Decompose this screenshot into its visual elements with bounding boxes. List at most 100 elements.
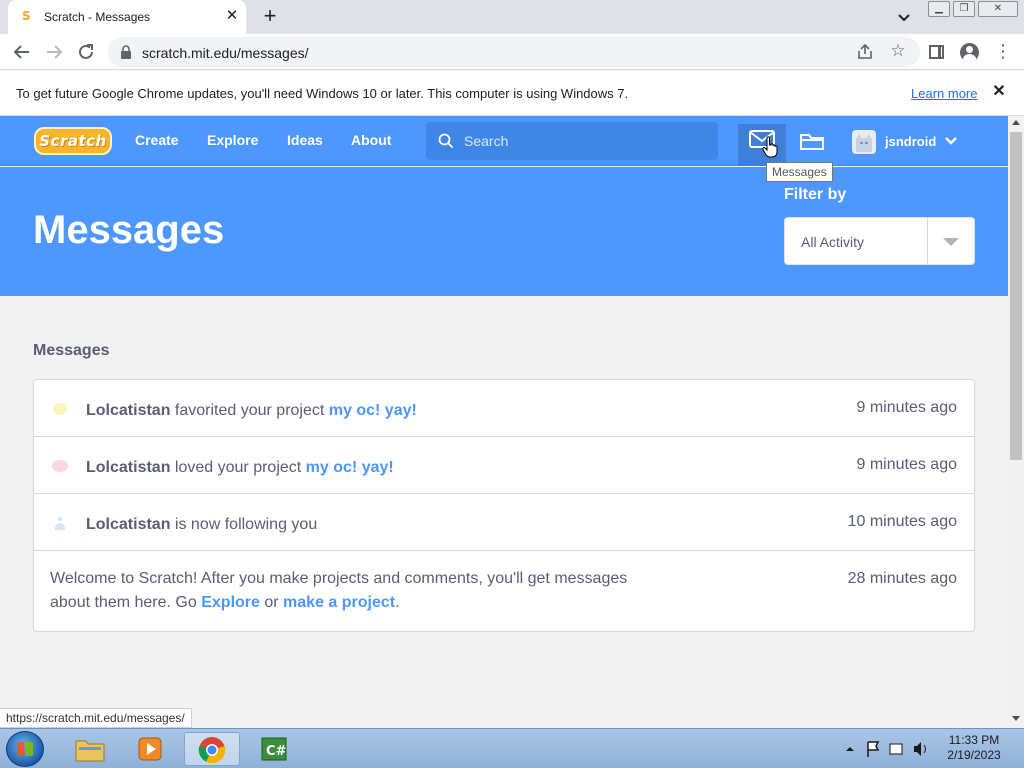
side-panel-icon[interactable] xyxy=(929,45,944,59)
profile-icon[interactable] xyxy=(960,43,979,62)
browser-toolbar: scratch.mit.edu/messages/ ☆ ⋮ xyxy=(0,34,1024,70)
project-link[interactable]: my oc! yay! xyxy=(306,459,394,476)
scratch-navbar: Scratch Create Explore Ideas About jsndr… xyxy=(0,116,1008,166)
scratch-logo[interactable]: Scratch xyxy=(34,127,112,155)
tab-search-chevron-icon[interactable] xyxy=(894,7,914,27)
csharp-icon: C# xyxy=(261,737,287,761)
forward-arrow-icon[interactable] xyxy=(42,40,66,64)
welcome-text: Welcome to Scratch! After you make proje… xyxy=(50,567,670,615)
filter-select[interactable]: All Activity xyxy=(784,217,975,265)
url-text[interactable]: scratch.mit.edu/messages/ xyxy=(142,45,309,61)
select-divider xyxy=(927,218,928,264)
back-arrow-icon[interactable] xyxy=(10,40,34,64)
user-avatar[interactable] xyxy=(852,130,876,154)
welcome-end: . xyxy=(395,594,400,611)
messages-nav-button[interactable] xyxy=(738,124,786,166)
messages-tooltip: Messages xyxy=(766,162,833,182)
page-viewport: Scratch Create Explore Ideas About jsndr… xyxy=(0,116,1008,728)
start-button[interactable] xyxy=(6,731,44,767)
nav-create[interactable]: Create xyxy=(135,132,179,148)
project-link[interactable]: my oc! yay! xyxy=(329,402,417,419)
taskbar-clock[interactable]: 11:33 PM 2/19/2023 xyxy=(936,733,1012,763)
message-time: 9 minutes ago xyxy=(856,456,957,473)
update-infobar: To get future Google Chrome updates, you… xyxy=(0,71,1024,116)
reload-icon[interactable] xyxy=(74,40,98,64)
lock-icon[interactable] xyxy=(120,45,132,59)
filter-value[interactable]: All Activity xyxy=(801,234,864,250)
close-tab-icon[interactable]: ✕ xyxy=(224,7,240,25)
search-icon xyxy=(438,133,454,149)
page-scrollbar[interactable] xyxy=(1008,116,1024,728)
media-player-taskbar-button[interactable] xyxy=(122,732,178,766)
browser-tab[interactable]: S Scratch - Messages ✕ xyxy=(8,0,246,34)
minimize-window-button[interactable]: ▁ xyxy=(928,1,950,17)
make-project-link[interactable]: make a project xyxy=(283,594,395,611)
message-item: Lolcatistan loved your project my oc! ya… xyxy=(34,437,974,494)
nav-ideas[interactable]: Ideas xyxy=(287,132,323,148)
messages-header: Messages Filter by All Activity xyxy=(0,167,1008,296)
bookmark-star-icon[interactable]: ☆ xyxy=(888,41,908,61)
search-box xyxy=(426,122,718,160)
status-bubble-url: https://scratch.mit.edu/messages/ xyxy=(0,708,192,728)
scroll-down-icon[interactable] xyxy=(1012,716,1020,721)
cat-avatar-icon xyxy=(856,134,872,152)
media-player-icon xyxy=(138,737,162,761)
star-icon xyxy=(53,403,67,415)
search-input[interactable] xyxy=(464,131,704,151)
scratch-favicon-icon: S xyxy=(22,9,31,23)
clock-date: 2/19/2023 xyxy=(947,748,1001,762)
message-action: favorited your project xyxy=(174,402,325,419)
message-item: Lolcatistan is now following you 10 minu… xyxy=(34,494,974,551)
scroll-up-icon[interactable] xyxy=(1012,120,1020,125)
close-window-button[interactable]: ✕ xyxy=(978,1,1018,17)
message-user[interactable]: Lolcatistan xyxy=(86,402,170,419)
message-user[interactable]: Lolcatistan xyxy=(86,459,170,476)
tab-title: Scratch - Messages xyxy=(44,10,151,24)
browser-menu-icon[interactable]: ⋮ xyxy=(994,42,1012,62)
nav-about[interactable]: About xyxy=(351,132,391,148)
message-action: loved your project xyxy=(174,459,302,476)
heart-icon xyxy=(52,460,68,472)
filter-label: Filter by xyxy=(784,186,847,203)
message-action: is now following you xyxy=(174,516,318,533)
follow-icon xyxy=(55,517,65,530)
account-chevron-down-icon[interactable] xyxy=(944,135,958,147)
explore-link[interactable]: Explore xyxy=(201,594,260,611)
page-title: Messages xyxy=(33,208,225,252)
explorer-taskbar-button[interactable] xyxy=(62,732,118,766)
messages-section-title: Messages xyxy=(33,342,110,359)
csharp-taskbar-button[interactable]: C# xyxy=(246,732,302,766)
message-time: 10 minutes ago xyxy=(847,513,957,530)
infobar-message: To get future Google Chrome updates, you… xyxy=(16,86,629,101)
chrome-icon xyxy=(198,737,226,764)
message-user[interactable]: Lolcatistan xyxy=(86,516,170,533)
system-tray[interactable] xyxy=(842,737,932,761)
message-text: Lolcatistan loved your project my oc! ya… xyxy=(86,456,394,480)
message-time: 9 minutes ago xyxy=(856,399,957,416)
share-icon[interactable] xyxy=(856,43,874,61)
address-bar[interactable]: scratch.mit.edu/messages/ ☆ xyxy=(108,37,920,67)
welcome-or: or xyxy=(264,594,279,611)
nav-explore[interactable]: Explore xyxy=(207,132,258,148)
svg-text:C#: C# xyxy=(266,744,287,759)
my-stuff-folder-icon[interactable] xyxy=(799,130,825,152)
clock-time: 11:33 PM xyxy=(948,733,1000,747)
restore-window-button[interactable]: ❐ xyxy=(953,1,975,17)
scroll-thumb[interactable] xyxy=(1010,132,1022,460)
message-time: 28 minutes ago xyxy=(847,570,957,587)
tab-strip: S Scratch - Messages ✕ + ▁ ❐ ✕ xyxy=(0,0,1024,34)
welcome-message: Welcome to Scratch! After you make proje… xyxy=(34,551,974,631)
folder-icon xyxy=(75,740,105,762)
message-item: Lolcatistan favorited your project my oc… xyxy=(34,380,974,437)
close-infobar-icon[interactable]: ✕ xyxy=(990,82,1008,102)
learn-more-link[interactable]: Learn more xyxy=(911,86,977,101)
message-text: Lolcatistan favorited your project my oc… xyxy=(86,399,417,423)
message-text: Lolcatistan is now following you xyxy=(86,513,317,537)
chrome-taskbar-button[interactable] xyxy=(184,732,240,766)
message-list: Lolcatistan favorited your project my oc… xyxy=(33,379,975,632)
hand-cursor-icon xyxy=(762,136,778,158)
windows-taskbar: C# 11:33 PM 2/19/2023 xyxy=(0,728,1024,768)
new-tab-button[interactable]: + xyxy=(258,5,282,29)
caret-down-icon[interactable] xyxy=(943,238,959,246)
username[interactable]: jsndroid xyxy=(885,134,936,149)
